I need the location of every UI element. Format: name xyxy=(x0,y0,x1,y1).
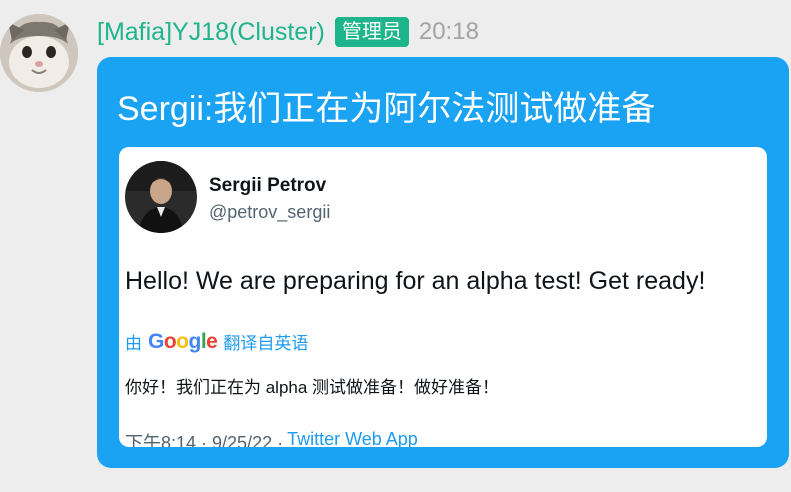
message-text: Sergii:我们正在为阿尔法测试做准备 xyxy=(117,90,656,128)
tweet-meta: 下午8:14 · 9/25/22 · Twitter Web App xyxy=(125,429,418,447)
message-bubble[interactable]: Sergii:我们正在为阿尔法测试做准备 Sergii Petrov @petr… xyxy=(97,57,789,468)
tweet-author-name[interactable]: Sergii Petrov xyxy=(209,175,326,197)
sender-name[interactable]: [Mafia]YJ18(Cluster) xyxy=(97,18,325,47)
tweet-text: Hello! We are preparing for an alpha tes… xyxy=(125,267,706,295)
google-logo: Google xyxy=(148,329,218,353)
tweet-author-avatar[interactable] xyxy=(125,161,197,233)
message-time: 20:18 xyxy=(418,18,479,45)
person-avatar-icon xyxy=(125,161,197,233)
tweet-datetime[interactable]: 下午8:14 · 9/25/22 · xyxy=(125,429,283,447)
translate-suffix: 翻译自英语 xyxy=(223,334,309,353)
role-badge: 管理员 xyxy=(334,17,409,47)
message-header: [Mafia]YJ18(Cluster) 管理员 20:18 xyxy=(97,15,479,49)
tweet-translated-text: 你好！我们正在为 alpha 测试做准备！做好准备！ xyxy=(125,378,500,397)
translate-prefix: 由 xyxy=(125,334,142,353)
tweet-author-handle[interactable]: @petrov_sergii xyxy=(209,202,330,223)
tweet-source-link[interactable]: Twitter Web App xyxy=(287,429,418,447)
sender-avatar[interactable] xyxy=(0,14,78,92)
translation-attribution[interactable]: 由 Google 翻译自英语 xyxy=(125,329,308,354)
tweet-card[interactable]: Sergii Petrov @petrov_sergii Hello! We a… xyxy=(119,147,767,447)
cat-avatar-icon xyxy=(0,14,78,92)
